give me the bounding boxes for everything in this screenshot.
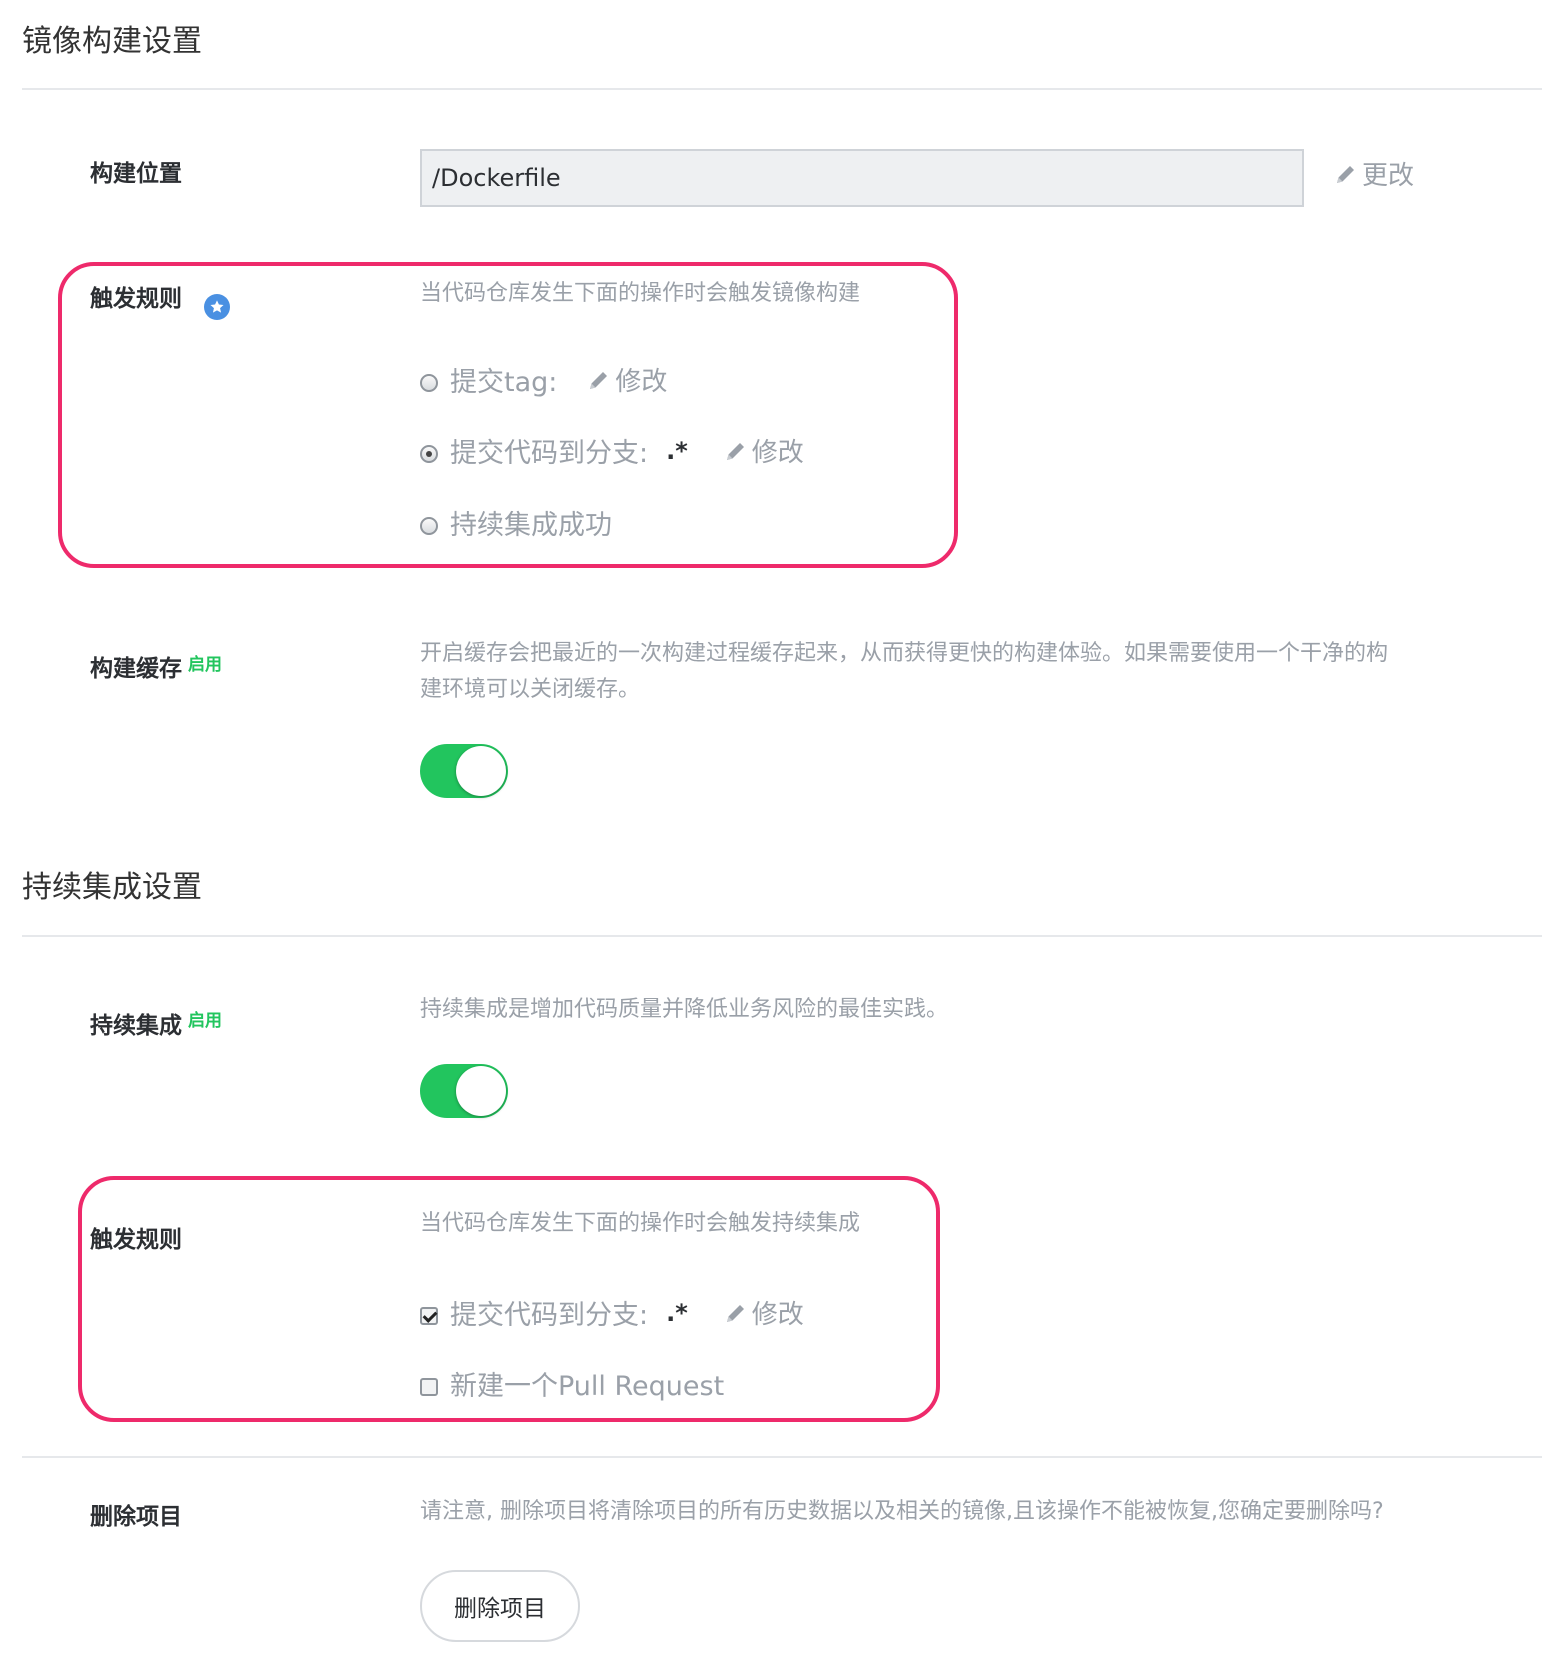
checkbox[interactable] — [420, 1377, 438, 1396]
trigger-rules-label: 触发规则 — [90, 286, 182, 312]
pencil-icon — [726, 1304, 744, 1322]
option-text: 新建一个Pull Request — [450, 1371, 725, 1402]
option-text: 提交tag: — [450, 367, 558, 398]
branch-regex: .* — [666, 436, 688, 465]
branch-edit-link[interactable]: 修改 — [724, 432, 804, 469]
trigger-option-branch[interactable]: 提交代码到分支: .* 修改 — [420, 431, 804, 470]
radio-button-selected[interactable] — [420, 444, 438, 463]
pencil-icon — [590, 371, 608, 389]
build-location-label: 构建位置 — [90, 161, 182, 187]
pencil-icon — [1337, 165, 1354, 183]
section-title-image-build: 镜像构建设置 — [22, 24, 202, 59]
divider — [22, 935, 1542, 937]
divider — [22, 1456, 1542, 1458]
cache-status-badge: 启用 — [188, 655, 222, 675]
delete-project-button[interactable]: 删除项目 — [420, 1570, 580, 1642]
radio-button[interactable] — [420, 516, 438, 535]
pencil-icon — [726, 442, 744, 460]
ci-description: 持续集成是增加代码质量并降低业务风险的最佳实践。 — [420, 997, 949, 1022]
ci-label: 持续集成 — [90, 1013, 182, 1039]
build-location-input[interactable]: /Dockerfile — [420, 149, 1304, 207]
ci-toggle[interactable] — [420, 1064, 508, 1118]
ci-trigger-option-branch[interactable]: 提交代码到分支: .* 修改 — [420, 1293, 804, 1332]
ci-branch-edit-link[interactable]: 修改 — [724, 1294, 804, 1331]
radio-button[interactable] — [420, 373, 438, 392]
build-location-edit-link[interactable]: 更改 — [1334, 155, 1414, 192]
branch-regex: .* — [666, 1298, 688, 1327]
ci-trigger-rules-label: 触发规则 — [90, 1227, 182, 1253]
ci-trigger-description: 当代码仓库发生下面的操作时会触发持续集成 — [420, 1211, 861, 1236]
edit-label: 更改 — [1362, 161, 1415, 191]
edit-label: 修改 — [615, 367, 668, 397]
trigger-option-ci-success[interactable]: 持续集成成功 — [420, 503, 612, 542]
delete-project-label: 删除项目 — [90, 1504, 182, 1530]
toggle-knob — [456, 1066, 506, 1116]
edit-label: 修改 — [751, 438, 804, 468]
tag-edit-link[interactable]: 修改 — [587, 361, 667, 398]
toggle-knob — [456, 746, 506, 796]
build-cache-toggle[interactable] — [420, 744, 508, 798]
ci-trigger-option-pull-request[interactable]: 新建一个Pull Request — [420, 1364, 724, 1403]
divider — [22, 88, 1542, 90]
build-cache-label: 构建缓存 — [90, 656, 182, 682]
trigger-option-tag[interactable]: 提交tag: 修改 — [420, 360, 667, 399]
edit-label: 修改 — [751, 1300, 804, 1330]
cache-description-line: 建环境可以关闭缓存。 — [420, 677, 641, 702]
delete-warning: 请注意, 删除项目将清除项目的所有历史数据以及相关的镜像,且该操作不能被恢复,您… — [420, 1499, 1384, 1524]
cache-description-line: 开启缓存会把最近的一次构建过程缓存起来，从而获得更快的构建体验。如果需要使用一个… — [420, 641, 1389, 666]
checkbox-checked[interactable] — [420, 1306, 438, 1325]
option-text: 提交代码到分支: — [450, 1300, 649, 1331]
option-text: 提交代码到分支: — [450, 438, 649, 469]
trigger-description: 当代码仓库发生下面的操作时会触发镜像构建 — [420, 281, 861, 306]
cache-description: 开启缓存会把最近的一次构建过程缓存起来，从而获得更快的构建体验。如果需要使用一个… — [420, 636, 1540, 708]
section-title-ci: 持续集成设置 — [22, 870, 202, 905]
star-badge-icon — [204, 294, 230, 320]
ci-status-badge: 启用 — [188, 1011, 222, 1031]
option-text: 持续集成成功 — [450, 510, 612, 541]
